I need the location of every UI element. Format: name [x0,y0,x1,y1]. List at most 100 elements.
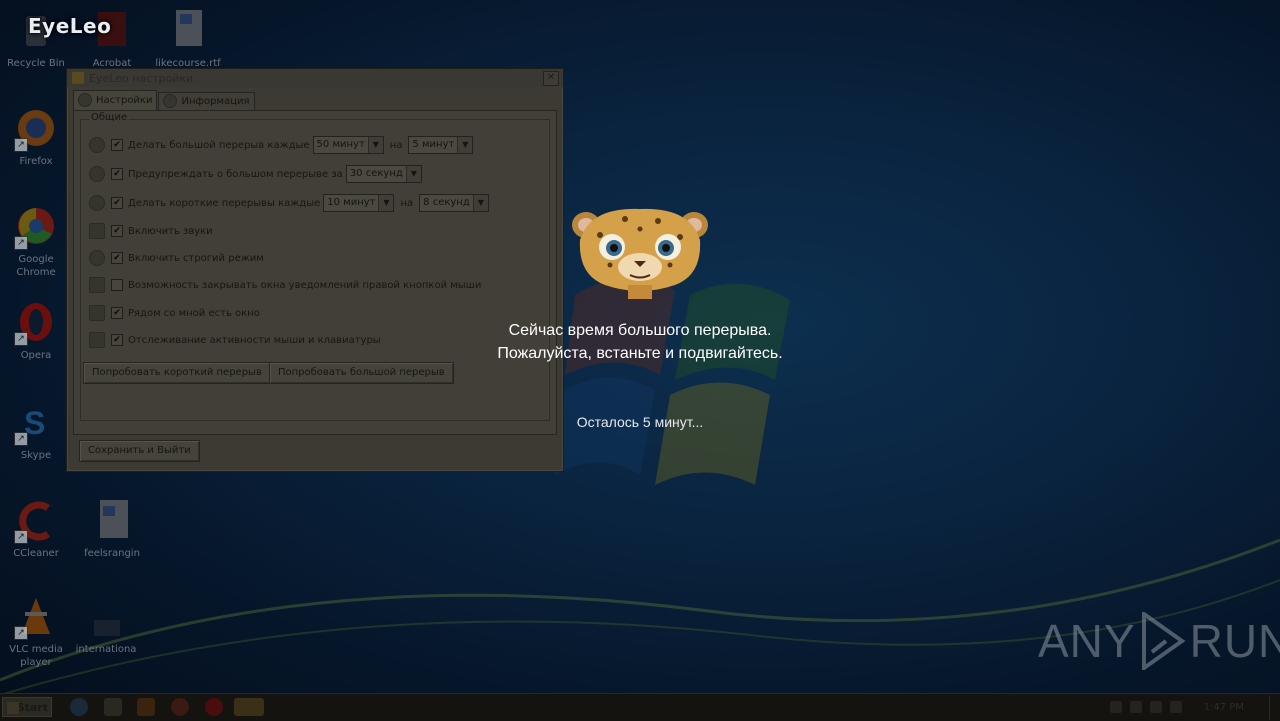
volume-icon[interactable] [1150,701,1162,713]
select-value: 8 секунд [423,197,470,208]
try-long-break-button[interactable]: Попробовать большой перерыв [269,362,454,384]
eyeleo-settings-window[interactable]: EyeLeo настройки ✕ Настройки Информация О… [66,68,564,472]
skype-icon: S ↗ [14,402,58,446]
tab-settings[interactable]: Настройки [73,90,158,111]
media-player-icon[interactable] [137,698,155,716]
row-rightclick: Возможность закрывать окна уведомлений п… [89,276,481,294]
opera-icon[interactable] [205,698,223,716]
opera-icon: ↗ [14,302,58,346]
blank-file-icon [84,596,128,640]
row-sounds: ✔ Включить звуки [89,222,213,240]
firefox-icon: ↗ [14,108,58,152]
shortcut-arrow-icon: ↗ [14,530,28,544]
rightclick-checkbox[interactable] [111,279,123,291]
ccleaner-icon: ↗ [14,500,58,544]
settings-tab-icon [78,93,92,107]
desktop-icon-label: internationa [75,644,137,655]
word-doc-icon [166,10,210,54]
desktop-icon-firefox[interactable]: ↗ Firefox [1,108,71,168]
short-break-interval-select[interactable]: 10 минут ▼ [323,194,395,212]
desktop-icon-label: Recycle Bin [7,58,65,69]
tracking-checkbox[interactable]: ✔ [111,334,123,346]
tab-label: Настройки [96,95,153,106]
try-short-break-button[interactable]: Попробовать короткий перерыв [83,362,271,384]
leopard-mascot-icon [572,208,708,299]
close-button[interactable]: ✕ [543,71,559,86]
select-value: 10 минут [327,197,376,208]
settings-tabs: Настройки Информация [73,90,256,111]
break-remaining-text: Осталось 5 минут... [576,414,704,430]
window-titlebar[interactable]: EyeLeo настройки ✕ [67,69,563,87]
ie-icon[interactable] [70,698,88,716]
show-desktop-button[interactable] [1269,696,1280,720]
long-break-checkbox[interactable]: ✔ [111,139,123,151]
watermark-right: RUN [1189,615,1280,667]
short-break-duration-select[interactable]: 8 секунд ▼ [419,194,489,212]
break-message-line2: Пожалуйста, встаньте и подвигайтесь. [497,345,783,362]
desktop-icon-label: Opera [20,350,52,361]
shortcut-arrow-icon: ↗ [14,626,28,640]
flag-icon[interactable] [1170,701,1182,713]
desktop-icon-skype[interactable]: S ↗ Skype [1,402,71,462]
word-doc-icon [90,500,134,544]
tab-label: Информация [181,96,250,107]
play-triangle-icon [1141,612,1186,670]
eyeleo-app-icon [72,72,84,84]
short-break-label: Делать короткие перерывы каждые [128,197,321,209]
taskbar-clock[interactable]: 1:47 PM [1204,702,1244,713]
desktop-icon-label: VLC media player [9,644,63,668]
warn-checkbox[interactable]: ✔ [111,168,123,180]
shortcut-arrow-icon: ↗ [14,236,28,250]
start-button[interactable]: Start [2,697,52,717]
rightclick-label: Возможность закрывать окна уведомлений п… [128,279,482,291]
window-title: EyeLeo настройки [89,72,194,85]
desktop-icon-label: Skype [20,450,52,461]
save-and-exit-button[interactable]: Сохранить и Выйти [79,440,200,462]
desktop-icon-vlc[interactable]: ↗ VLC media player [1,596,71,669]
desktop-icon-likecourse[interactable]: likecourse.rtf [153,10,223,70]
nearby-label: Рядом со мной есть окно [128,307,260,319]
short-break-checkbox[interactable]: ✔ [111,197,123,209]
chevron-down-icon: ▼ [405,166,421,182]
desktop-icon-internationa[interactable]: internationa [71,596,141,656]
window-icon [89,277,105,293]
shortcut-arrow-icon: ↗ [14,332,28,346]
separator-label: на [389,139,403,151]
chrome-icon[interactable] [171,698,189,716]
long-break-interval-select[interactable]: 50 минут ▼ [312,136,384,154]
desktop-icon-chrome[interactable]: ↗ Google Chrome [1,206,71,279]
start-label: Start [16,701,48,714]
chevron-down-icon: ▼ [472,195,488,211]
explorer-icon[interactable] [104,698,122,716]
group-label: Общие [89,112,130,123]
system-tray: 1:47 PM [1104,696,1280,720]
network-icon[interactable] [1130,701,1142,713]
chevron-down-icon: ▼ [457,137,473,153]
bell-icon [89,223,105,239]
long-break-label: Делать большой перерыв каждые [128,139,310,151]
desktop-icon-feelsrangin[interactable]: feelsrangin [77,500,147,560]
strict-checkbox[interactable]: ✔ [111,252,123,264]
row-warn: ✔ Предупреждать о большом перерыве за 30… [89,165,425,183]
clock-icon [89,137,105,153]
watermark-left: ANY [1038,615,1136,667]
windows-flag-icon [7,702,19,714]
nearby-checkbox[interactable]: ✔ [111,307,123,319]
chevron-down-icon: ▼ [367,137,383,153]
strict-label: Включить строгий режим [128,252,264,264]
warn-select[interactable]: 30 секунд ▼ [345,165,422,183]
desktop-icon-ccleaner[interactable]: ↗ CCleaner [1,500,71,560]
row-nearby: ✔ Рядом со мной есть окно [89,304,260,322]
sounds-checkbox[interactable]: ✔ [111,225,123,237]
long-break-duration-select[interactable]: 5 минут ▼ [408,136,474,154]
eyeleo-taskbar-icon[interactable] [234,698,264,716]
desktop-icon-label: Google Chrome [16,254,56,278]
tab-info[interactable]: Информация [158,92,255,111]
show-hidden-icons-icon[interactable] [1110,701,1122,713]
shortcut-arrow-icon: ↗ [14,432,28,446]
select-value: 5 минут [412,139,455,150]
separator-label: на [400,197,414,209]
desktop-icon-opera[interactable]: ↗ Opera [1,302,71,362]
window-icon [89,305,105,321]
select-value: 50 минут [316,139,365,150]
